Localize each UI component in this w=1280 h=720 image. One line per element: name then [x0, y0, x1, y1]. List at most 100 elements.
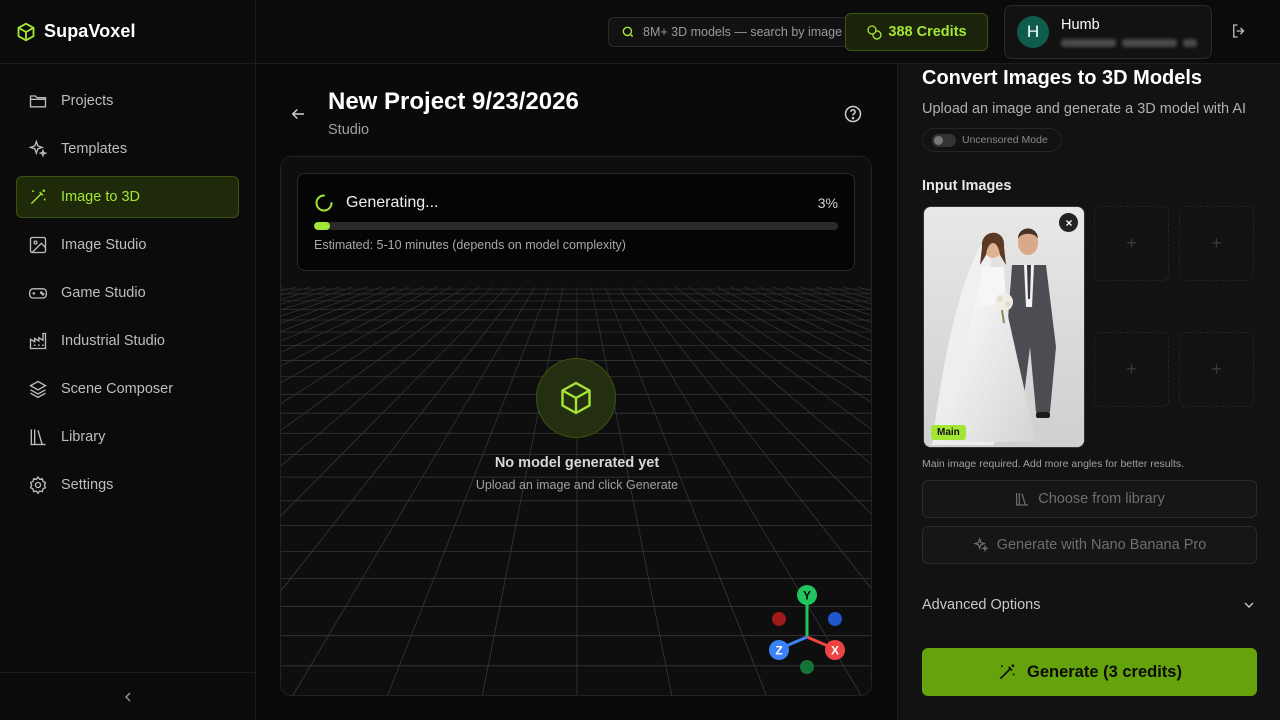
arrow-left-icon: [289, 105, 307, 123]
toggle-switch[interactable]: [932, 133, 956, 147]
input-images-label: Input Images: [922, 178, 1012, 194]
axis-gizmo[interactable]: Y X Z: [759, 577, 849, 677]
plus-icon: +: [1211, 359, 1222, 379]
credits-label: 388 Credits: [888, 24, 967, 40]
plus-icon: +: [1126, 233, 1137, 253]
add-image-slot[interactable]: +: [1179, 206, 1254, 281]
negative-y-handle[interactable]: [800, 660, 814, 674]
sidebar-item-label: Game Studio: [61, 285, 146, 301]
logout-icon: [1230, 22, 1248, 40]
spinner-icon: [314, 193, 334, 213]
choose-from-library-button[interactable]: Choose from library: [922, 480, 1257, 518]
advanced-options-toggle[interactable]: Advanced Options: [922, 597, 1257, 613]
factory-icon: [28, 331, 48, 351]
remove-image-button[interactable]: [1059, 213, 1078, 232]
uncensored-mode-label: Uncensored Mode: [962, 134, 1048, 146]
sidebar-item-settings[interactable]: Settings: [16, 464, 239, 506]
collapse-sidebar-button[interactable]: [0, 672, 255, 720]
main-image-badge: Main: [931, 425, 966, 440]
empty-state-title: No model generated yet: [494, 455, 660, 471]
sparkles-icon: [28, 139, 48, 159]
sidebar-item-industrial-studio[interactable]: Industrial Studio: [16, 320, 239, 362]
main-image-thumbnail[interactable]: Main: [923, 206, 1085, 448]
empty-state-subtitle: Upload an image and click Generate: [475, 478, 679, 492]
progress-bar-fill: [314, 222, 330, 230]
sidebar-item-scene-composer[interactable]: Scene Composer: [16, 368, 239, 410]
generate-button-label: Generate (3 credits): [1027, 662, 1182, 681]
panel-subtitle: Upload an image and generate a 3D model …: [922, 101, 1247, 117]
user-menu[interactable]: H Humb: [1004, 5, 1212, 59]
progress-bar: [314, 222, 838, 230]
help-button[interactable]: [843, 104, 863, 124]
redacted-email: [1061, 39, 1197, 47]
z-axis-label: Z: [775, 644, 782, 658]
choose-from-library-label: Choose from library: [1038, 491, 1165, 507]
library-icon: [28, 427, 48, 447]
generate-button[interactable]: Generate (3 credits): [922, 648, 1257, 696]
sidebar-item-image-studio[interactable]: Image Studio: [16, 224, 239, 266]
search-icon: [621, 25, 635, 39]
sidebar-item-library[interactable]: Library: [16, 416, 239, 458]
sidebar-item-label: Scene Composer: [61, 381, 174, 397]
avatar: H: [1017, 16, 1049, 48]
help-circle-icon: [843, 104, 863, 124]
sidebar-item-game-studio[interactable]: Game Studio: [16, 272, 239, 314]
generate-nano-banana-button[interactable]: Generate with Nano Banana Pro: [922, 526, 1257, 564]
credits-button[interactable]: 388 Credits: [845, 13, 988, 51]
generation-progress-card: Generating... 3% Estimated: 5-10 minutes…: [297, 173, 855, 271]
sidebar-item-projects[interactable]: Projects: [16, 80, 239, 122]
chevron-down-icon: [1241, 597, 1257, 613]
main-content: New Project 9/23/2026 Studio Generating.…: [256, 64, 897, 720]
layers-icon: [28, 379, 48, 399]
advanced-options-label: Advanced Options: [922, 597, 1041, 613]
uncensored-mode-toggle[interactable]: Uncensored Mode: [922, 128, 1062, 152]
3d-viewer[interactable]: Generating... 3% Estimated: 5-10 minutes…: [280, 156, 872, 696]
plus-icon: +: [1126, 359, 1137, 379]
y-axis-label: Y: [803, 589, 811, 603]
negative-z-handle[interactable]: [828, 612, 842, 626]
plus-icon: +: [1211, 233, 1222, 253]
add-image-slot[interactable]: +: [1179, 332, 1254, 407]
sidebar-item-templates[interactable]: Templates: [16, 128, 239, 170]
generate-nano-banana-label: Generate with Nano Banana Pro: [996, 537, 1207, 553]
logout-button[interactable]: [1230, 22, 1248, 40]
add-image-slot[interactable]: +: [1094, 332, 1169, 407]
close-icon: [1064, 218, 1074, 228]
library-icon: [1014, 491, 1030, 507]
generation-percent: 3%: [817, 195, 838, 211]
brand-name: SupaVoxel: [44, 21, 136, 41]
cube-logo-icon: [16, 22, 36, 42]
sidebar-item-label: Industrial Studio: [61, 333, 165, 349]
chevron-left-icon: [120, 689, 136, 705]
sidebar-item-label: Projects: [61, 93, 114, 109]
sidebar-item-label: Templates: [61, 141, 128, 157]
add-image-slot[interactable]: +: [1094, 206, 1169, 281]
topbar: 8M+ 3D models — search by image or text …: [256, 0, 1280, 64]
page-subtitle: Studio: [328, 122, 370, 138]
image-icon: [28, 235, 48, 255]
sidebar-nav: Projects Templates Image to 3D Image Stu…: [0, 64, 255, 506]
wedding-couple-photo: [924, 207, 1084, 447]
empty-state-badge: [536, 358, 616, 438]
gamepad-icon: [28, 283, 48, 303]
folder-icon: [28, 91, 48, 111]
sidebar-item-label: Image to 3D: [61, 189, 140, 205]
x-axis-label: X: [831, 644, 839, 658]
cube-icon: [558, 380, 594, 416]
generation-status: Generating...: [346, 194, 439, 211]
sidebar-item-label: Image Studio: [61, 237, 147, 253]
sidebar: SupaVoxel Projects Templates Image to 3D…: [0, 0, 256, 720]
brand[interactable]: SupaVoxel: [0, 0, 255, 64]
sidebar-item-image-to-3d[interactable]: Image to 3D: [16, 176, 239, 218]
sidebar-item-label: Library: [61, 429, 106, 445]
generation-estimate: Estimated: 5-10 minutes (depends on mode…: [314, 238, 626, 252]
gear-icon: [28, 475, 48, 495]
magic-wand-icon: [28, 187, 48, 207]
magic-wand-icon: [997, 662, 1017, 682]
sparkles-icon: [972, 537, 989, 553]
negative-x-handle[interactable]: [772, 612, 786, 626]
panel-title: Convert Images to 3D Models: [922, 67, 1203, 89]
page-title: New Project 9/23/2026: [328, 88, 579, 115]
back-button[interactable]: [289, 105, 307, 123]
coins-icon: [866, 24, 882, 40]
